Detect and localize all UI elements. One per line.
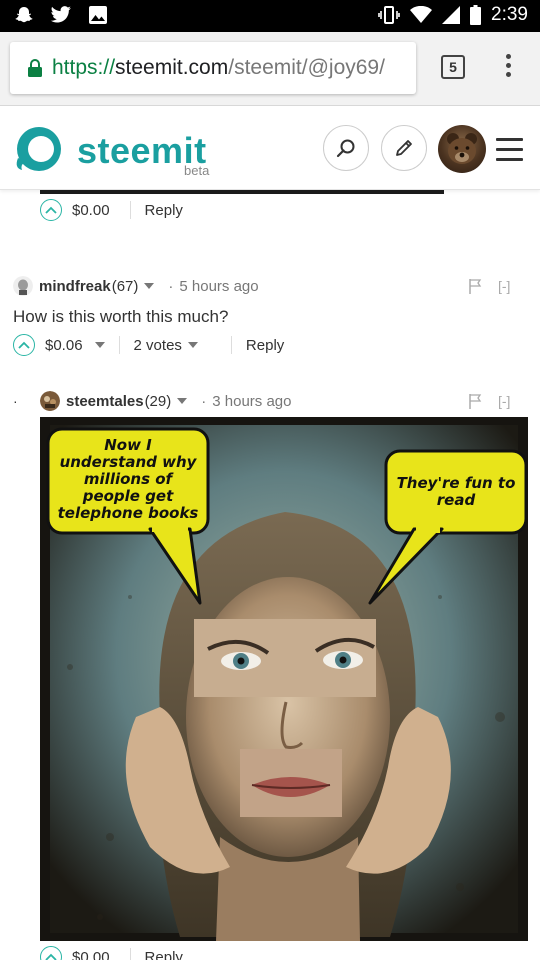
signal-icon [442, 6, 461, 24]
previous-image-edge [40, 190, 444, 194]
timestamp[interactable]: 3 hours ago [212, 393, 291, 410]
tab-count: 5 [449, 59, 457, 75]
comment-body: How is this worth this much? [13, 307, 229, 326]
battery-icon [470, 5, 482, 25]
wifi-icon [410, 6, 433, 23]
chevron-down-icon[interactable] [94, 342, 105, 348]
clock: 2:39 [491, 4, 528, 25]
divider [129, 948, 131, 960]
main-menu-button[interactable] [496, 138, 523, 161]
bear-avatar-icon [447, 133, 477, 164]
image-notification-icon [89, 6, 107, 24]
dot-separator: · [168, 277, 174, 295]
browser-toolbar: https://steemit.com/steemit/@joy69/ 5 [0, 32, 540, 106]
reputation: (29) [144, 392, 172, 410]
pencil-icon [396, 140, 412, 156]
avatar[interactable] [40, 391, 60, 411]
thread-indicator: · [13, 393, 18, 409]
dot-separator: · [201, 392, 207, 410]
speech-bubble-right: They're fun to read [396, 474, 516, 509]
chevron-up-icon [18, 341, 30, 349]
divider [118, 336, 120, 354]
search-button[interactable] [323, 125, 369, 171]
chevron-up-icon [45, 206, 57, 214]
comment-vote-row: $0.00 Reply [40, 946, 183, 960]
author-name[interactable]: steemtales [66, 393, 144, 410]
divider [230, 336, 232, 354]
comment-actions: [-] [468, 393, 510, 409]
divider [129, 201, 131, 219]
upvote-button[interactable] [13, 334, 35, 356]
browser-menu-button[interactable] [504, 54, 512, 82]
payout-amount[interactable]: $0.00 [72, 202, 110, 219]
tab-switcher-button[interactable]: 5 [441, 55, 465, 79]
twitter-icon [50, 6, 71, 23]
comments-section: $0.00 Reply mindfreak (67) · 5 hours ago… [0, 190, 540, 960]
collapse-toggle[interactable]: [-] [498, 393, 510, 409]
upvote-button[interactable] [40, 946, 62, 960]
submit-post-button[interactable] [381, 125, 427, 171]
vibrate-icon [378, 6, 400, 24]
previous-comment-vote-row: $0.00 Reply [40, 199, 183, 221]
steemit-logo-icon[interactable] [12, 124, 64, 174]
chevron-up-icon [45, 953, 57, 960]
url-text[interactable]: https://steemit.com/steemit/@joy69/ [52, 56, 392, 80]
chevron-down-icon[interactable] [187, 342, 198, 348]
comment-vote-row: $0.06 2 votes Reply [13, 334, 284, 356]
author-name[interactable]: mindfreak [39, 278, 111, 295]
collapse-toggle[interactable]: [-] [498, 278, 510, 294]
snapchat-icon [15, 7, 33, 23]
comment-header: steemtales (29) · 3 hours ago [40, 391, 291, 411]
address-bar[interactable]: https://steemit.com/steemit/@joy69/ [10, 42, 416, 94]
reputation: (67) [111, 277, 139, 295]
timestamp[interactable]: 5 hours ago [179, 278, 258, 295]
reply-link[interactable]: Reply [246, 337, 284, 354]
avatar[interactable] [13, 276, 33, 296]
beta-label: beta [184, 163, 210, 178]
speech-bubble-left: Now I understand why millions of people … [57, 436, 199, 522]
reply-link[interactable]: Reply [145, 949, 183, 960]
flag-icon[interactable] [468, 393, 482, 409]
reply-link[interactable]: Reply [145, 202, 183, 219]
lock-icon [28, 59, 42, 77]
chevron-down-icon[interactable] [144, 283, 155, 289]
search-icon [336, 139, 355, 158]
flag-icon[interactable] [468, 278, 482, 294]
upvote-button[interactable] [40, 199, 62, 221]
payout-amount[interactable]: $0.06 [45, 337, 83, 354]
chevron-down-icon[interactable] [177, 398, 188, 404]
comment-image[interactable]: Now I understand why millions of people … [40, 417, 528, 941]
url-scheme: https:// [52, 56, 116, 79]
url-host: steemit.com [115, 56, 229, 79]
site-header: steemit beta [0, 106, 540, 190]
votes-count[interactable]: 2 votes [134, 337, 182, 354]
payout-amount[interactable]: $0.00 [72, 949, 110, 960]
comment-header: mindfreak (67) · 5 hours ago [13, 276, 259, 296]
url-path: /steemit/@joy69/ [228, 56, 385, 79]
status-bar: 2:39 [0, 0, 540, 32]
comment-actions: [-] [468, 278, 510, 294]
user-avatar[interactable] [438, 125, 486, 173]
